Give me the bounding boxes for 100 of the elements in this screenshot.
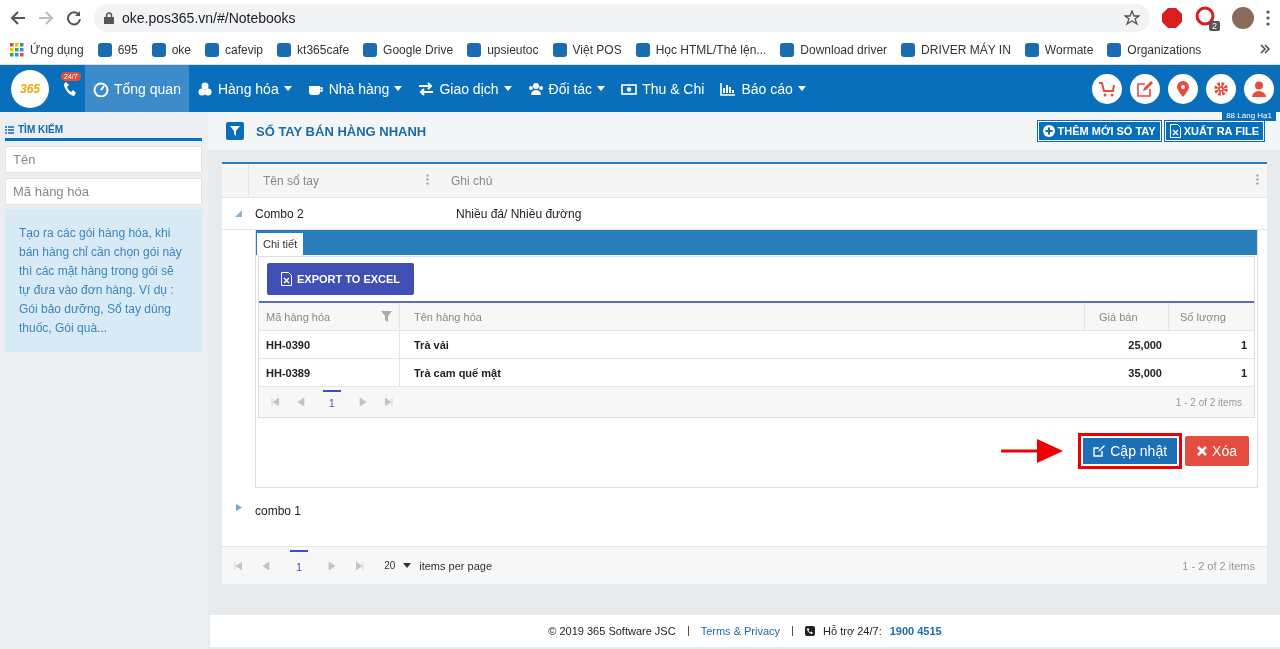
user-icon[interactable] — [1244, 73, 1274, 104]
page-size-select[interactable]: 20 — [384, 560, 396, 571]
search-field[interactable]: Tên — [5, 146, 202, 173]
nav-menu-item[interactable]: Giao dịch — [410, 65, 520, 112]
expand-arrow-icon[interactable] — [235, 504, 242, 511]
phone-icon — [805, 626, 816, 636]
copyright-text: © 2019 365 Software JSC — [548, 625, 676, 637]
table-cell: 1 — [1240, 338, 1247, 351]
column-header: Tên hàng hóa — [414, 310, 482, 323]
table-cell: Nhiều đá/ Nhiều đường — [456, 206, 582, 221]
profile-avatar[interactable] — [1232, 6, 1254, 29]
per-page-label: items per page — [419, 559, 492, 572]
table-cell: Combo 2 — [255, 206, 304, 221]
favicon-icon — [1107, 42, 1122, 57]
bookmark[interactable]: 695 — [97, 42, 138, 57]
caret-icon — [403, 563, 412, 568]
close-icon — [1197, 446, 1208, 456]
table-cell: Trà vải — [414, 338, 449, 351]
annotation-arrow — [1001, 438, 1064, 464]
excel-file-icon — [1169, 124, 1181, 138]
bookmark[interactable]: Học HTML/Thẻ lện... — [635, 42, 767, 57]
reload-icon[interactable] — [66, 9, 82, 26]
page-number[interactable]: 1 — [323, 389, 341, 409]
favicon-icon — [901, 42, 916, 57]
favicon-icon — [552, 42, 567, 57]
stop-sign-icon[interactable] — [1162, 7, 1182, 28]
favicon-icon — [151, 42, 166, 57]
filter-icon[interactable] — [226, 122, 244, 140]
phone-icon[interactable] — [64, 81, 76, 96]
bookmark[interactable]: kt365cafe — [277, 42, 350, 57]
table-cell: HH-0389 — [266, 366, 311, 379]
plus-circle-icon — [1042, 125, 1055, 137]
update-button[interactable]: Cập nhật — [1083, 438, 1178, 464]
column-header: Số lượng — [1180, 310, 1226, 323]
bookmark[interactable]: upsieutoc — [467, 42, 539, 57]
edit-icon[interactable] — [1130, 73, 1160, 104]
nav-menu-item[interactable]: Hàng hóa — [188, 65, 300, 112]
table-cell: HH-0390 — [266, 338, 311, 351]
favicon-icon — [780, 42, 795, 57]
column-header: Mã hàng hóa — [266, 310, 331, 323]
nav-menu-item[interactable]: Đối tác — [519, 65, 614, 112]
detail-tab[interactable]: Chi tiết — [257, 233, 304, 255]
pager-summary: 1 - 2 of 2 items — [1182, 559, 1255, 572]
favicon-icon — [1024, 42, 1039, 57]
bookmark[interactable]: Wormate — [1024, 42, 1094, 57]
column-header: Giá bán — [1099, 310, 1138, 323]
edit-icon — [1093, 445, 1106, 457]
delete-button[interactable]: Xóa — [1185, 436, 1249, 466]
settings-icon[interactable] — [1206, 73, 1236, 104]
search-heading: TÌM KIẾM — [5, 124, 202, 141]
dashboard-icon — [93, 80, 109, 97]
excel-file-icon — [281, 272, 292, 286]
bookmark[interactable]: Việt POS — [552, 42, 622, 57]
terms-link[interactable]: Terms & Privacy — [700, 625, 781, 637]
location-tag: 88 Láng Hạ1 — [1222, 110, 1276, 121]
column-header: Tên sổ tay — [263, 173, 320, 188]
menu-icon[interactable] — [1266, 9, 1270, 26]
table-cell: 1 — [1240, 366, 1247, 379]
nav-menu-item[interactable]: Nhà hàng — [299, 65, 411, 112]
bookmark[interactable]: Ứng dụng — [10, 42, 84, 57]
search-field[interactable]: Mã hàng hóa — [5, 178, 202, 205]
favicon-icon — [277, 42, 292, 57]
table-cell: 25,000 — [1128, 338, 1162, 351]
add-notebook-button[interactable]: THÊM MỚI SỔ TAY — [1037, 121, 1161, 141]
export-excel-button[interactable]: EXPORT TO EXCEL — [267, 263, 415, 295]
bookmark[interactable]: Organizations — [1107, 42, 1202, 57]
nav-menu-item[interactable]: Tổng quan — [85, 65, 189, 112]
support-phone: 1900 4515 — [889, 625, 942, 637]
nav-menu-item[interactable]: Báo cáo — [712, 65, 814, 112]
support-label: Hỗ trợ 24/7: — [823, 625, 882, 637]
exchange-icon — [418, 80, 435, 97]
favicon-icon — [97, 42, 112, 57]
bar-chart-icon — [720, 80, 737, 97]
cart-add-icon[interactable] — [1092, 73, 1122, 104]
bookmark[interactable]: oke — [151, 42, 191, 57]
table-cell: Trà cam quế mật — [414, 366, 501, 379]
info-note: Tạo ra các gói hàng hóa, khi bán hàng chỉ cần chọn gói này thì các mặt hàng trong gói sẽ tự đưa vào đơn hàng. Ví dụ : Gói bảo dưỡng, Sổ tay dùng thuốc, Gói quà... — [5, 209, 202, 352]
favicon-icon — [467, 42, 482, 57]
nav-menu-item[interactable]: Thu & Chi — [613, 65, 713, 112]
favicon-icon — [363, 42, 378, 57]
export-file-button[interactable]: XUẤT RA FILE — [1164, 121, 1264, 141]
bookmark[interactable]: Download driver — [780, 42, 888, 57]
pager-summary: 1 - 2 of 2 items — [1175, 396, 1242, 408]
star-icon[interactable] — [1124, 9, 1140, 26]
column-header: Ghi chú — [451, 173, 493, 188]
bookmark[interactable]: cafevip — [205, 42, 264, 57]
page-title: SỔ TAY BÁN HÀNG NHANH — [256, 123, 427, 139]
apps-grid-icon — [10, 42, 24, 57]
lock-icon — [104, 11, 114, 24]
bookmark[interactable]: DRIVER MÁY IN — [901, 42, 1011, 57]
favicon-icon — [205, 42, 219, 57]
list-icon — [5, 125, 14, 134]
page-number[interactable]: 1 — [290, 549, 309, 573]
table-cell: combo 1 — [255, 504, 302, 518]
map-pin-icon[interactable] — [1168, 73, 1198, 104]
back-icon[interactable] — [10, 9, 26, 26]
bookmark[interactable]: Google Drive — [363, 42, 454, 57]
people-icon — [527, 80, 544, 97]
address-bar[interactable]: oke.pos365.vn/#/Notebooks — [94, 3, 1150, 32]
table-cell: 35,000 — [1128, 366, 1162, 379]
